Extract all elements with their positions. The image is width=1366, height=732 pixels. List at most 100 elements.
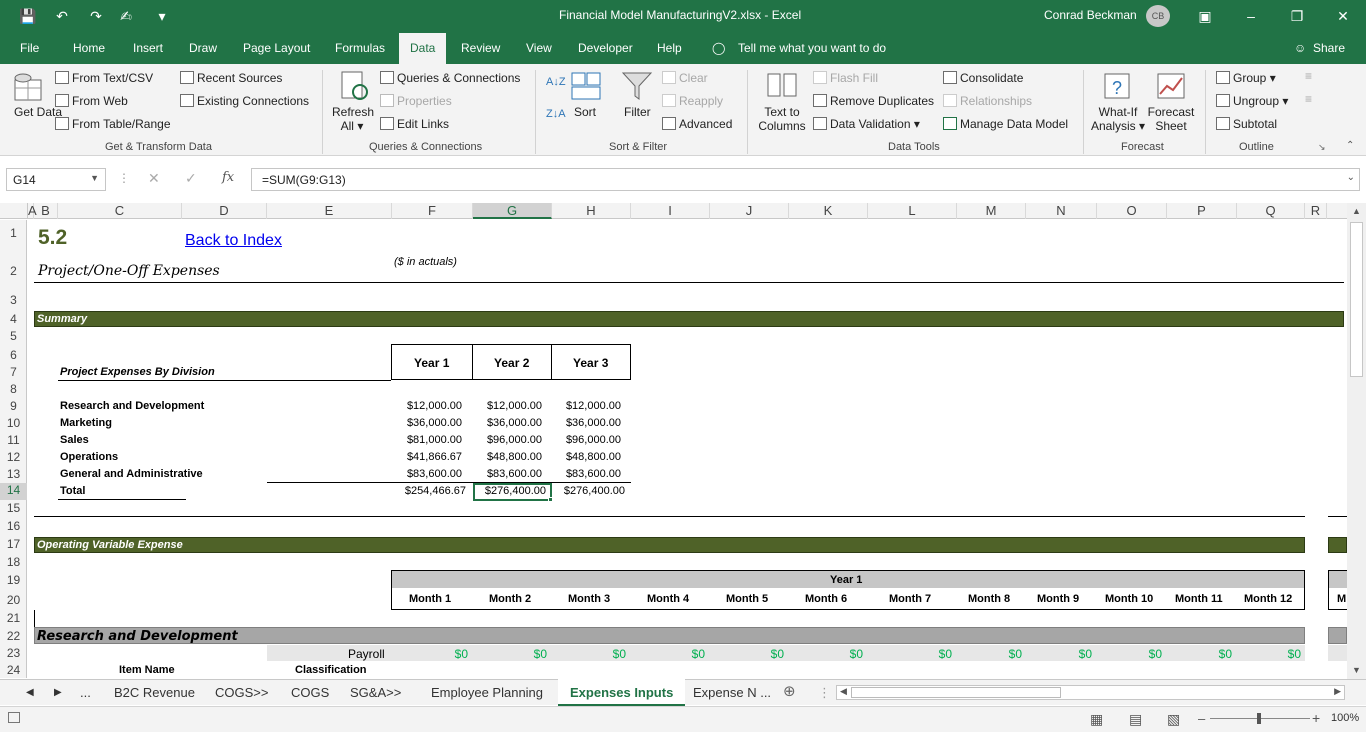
share-button[interactable]: Share xyxy=(1313,41,1345,55)
existing-connections-button[interactable]: Existing Connections xyxy=(180,94,309,108)
sheet-tab-expenses-inputs[interactable]: Expenses Inputs xyxy=(558,679,686,706)
forecast-sheet-button[interactable]: Forecast Sheet xyxy=(1146,105,1196,133)
tab-insert[interactable]: Insert xyxy=(133,41,163,55)
sort-button[interactable]: Sort xyxy=(574,105,596,119)
row-header-selected[interactable]: 14 xyxy=(0,483,27,500)
tab-page-layout[interactable]: Page Layout xyxy=(243,41,310,55)
row-header[interactable]: 15 xyxy=(0,501,27,515)
row-header[interactable]: 2 xyxy=(0,264,27,278)
column-header[interactable]: I xyxy=(631,203,710,219)
column-header[interactable]: O xyxy=(1097,203,1167,219)
horizontal-scroll-thumb[interactable] xyxy=(851,687,1061,698)
row-header[interactable]: 13 xyxy=(0,467,27,481)
tab-draw[interactable]: Draw xyxy=(189,41,217,55)
restore-icon[interactable]: ❐ xyxy=(1287,6,1307,26)
row-header[interactable]: 16 xyxy=(0,519,27,533)
save-icon[interactable]: 💾 xyxy=(18,6,38,26)
sheet-tab-employee-planning[interactable]: Employee Planning xyxy=(431,685,543,700)
sort-ascending-icon[interactable]: A↓Z xyxy=(546,76,566,88)
advanced-filter-button[interactable]: Advanced xyxy=(662,117,732,131)
close-icon[interactable]: ✕ xyxy=(1333,6,1353,26)
from-table-range-button[interactable]: From Table/Range xyxy=(55,117,171,131)
sheet-tab-b2c-revenue[interactable]: B2C Revenue xyxy=(114,685,195,700)
row-header[interactable]: 12 xyxy=(0,450,27,464)
from-text-csv-button[interactable]: From Text/CSV xyxy=(55,71,153,85)
row-header[interactable]: 17 xyxy=(0,537,27,551)
scroll-down-icon[interactable]: ▼ xyxy=(1352,665,1361,675)
select-all-corner[interactable] xyxy=(0,203,28,219)
normal-view-icon[interactable]: ▦ xyxy=(1090,711,1103,728)
refresh-all-button[interactable]: Refresh All ▾ xyxy=(332,105,374,133)
column-header[interactable]: H xyxy=(552,203,631,219)
zoom-in-icon[interactable]: + xyxy=(1312,710,1320,726)
tab-review[interactable]: Review xyxy=(461,41,500,55)
row-header[interactable]: 7 xyxy=(0,365,27,379)
touch-mode-icon[interactable]: ✍ xyxy=(116,6,136,26)
customize-toolbar-icon[interactable]: ▾ xyxy=(152,6,172,26)
minimize-icon[interactable]: – xyxy=(1241,6,1261,26)
row-header[interactable]: 1 xyxy=(0,226,27,240)
manage-data-model-button[interactable]: Manage Data Model xyxy=(943,117,1068,131)
tab-developer[interactable]: Developer xyxy=(578,41,633,55)
ungroup-button[interactable]: Ungroup ▾ xyxy=(1216,94,1288,108)
zoom-level[interactable]: 100% xyxy=(1331,712,1359,724)
column-header[interactable]: L xyxy=(868,203,957,219)
row-header[interactable]: 11 xyxy=(0,433,27,447)
row-header[interactable]: 3 xyxy=(0,293,27,307)
from-web-button[interactable]: From Web xyxy=(55,94,128,108)
scroll-up-icon[interactable]: ▲ xyxy=(1352,206,1361,216)
vertical-scroll-thumb[interactable] xyxy=(1350,222,1363,377)
avatar[interactable]: CB xyxy=(1146,5,1170,27)
column-header[interactable]: D xyxy=(182,203,267,219)
column-header[interactable]: C xyxy=(58,203,182,219)
page-layout-view-icon[interactable]: ▤ xyxy=(1129,711,1142,728)
text-to-columns-button[interactable]: Text to Columns xyxy=(756,105,808,133)
redo-icon[interactable]: ↷ xyxy=(86,6,106,26)
fill-handle[interactable] xyxy=(548,497,553,502)
new-sheet-icon[interactable]: ⊕ xyxy=(783,682,796,700)
user-name[interactable]: Conrad Beckman xyxy=(1044,8,1137,22)
undo-icon[interactable]: ↶ xyxy=(52,6,72,26)
data-validation-button[interactable]: Data Validation ▾ xyxy=(813,117,920,131)
tab-help[interactable]: Help xyxy=(657,41,682,55)
consolidate-button[interactable]: Consolidate xyxy=(943,71,1023,85)
expand-formula-icon[interactable]: ⌄ xyxy=(1347,172,1355,183)
name-box[interactable]: G14 ▼ xyxy=(6,168,106,191)
sheet-tab-sga-nav[interactable]: SG&A>> xyxy=(350,685,401,700)
row-header[interactable]: 18 xyxy=(0,555,27,569)
subtotal-button[interactable]: Subtotal xyxy=(1216,117,1277,131)
tab-view[interactable]: View xyxy=(526,41,552,55)
tab-home[interactable]: Home xyxy=(73,41,105,55)
row-header[interactable]: 5 xyxy=(0,329,27,343)
tab-splitter-icon[interactable]: ⋮ xyxy=(818,685,831,701)
remove-duplicates-button[interactable]: Remove Duplicates xyxy=(813,94,934,108)
column-header[interactable]: B xyxy=(34,203,58,219)
formula-input[interactable]: =SUM(G9:G13) ⌄ xyxy=(251,168,1360,191)
zoom-slider-thumb[interactable] xyxy=(1257,713,1261,724)
column-header[interactable]: R xyxy=(1305,203,1327,219)
row-header[interactable]: 8 xyxy=(0,382,27,396)
get-data-button[interactable]: Get Data xyxy=(14,105,62,119)
name-box-dropdown-icon[interactable]: ▼ xyxy=(90,173,99,183)
row-header[interactable]: 4 xyxy=(0,312,27,326)
column-header[interactable]: M xyxy=(957,203,1026,219)
edit-links-button[interactable]: Edit Links xyxy=(380,117,449,131)
row-header[interactable]: 10 xyxy=(0,416,27,430)
prev-sheet-icon[interactable]: ◀ xyxy=(26,687,34,698)
row-header[interactable]: 6 xyxy=(0,348,27,362)
group-button[interactable]: Group ▾ xyxy=(1216,71,1276,85)
sheet-tab-expense-next[interactable]: Expense N ... xyxy=(693,685,771,700)
column-header[interactable]: N xyxy=(1026,203,1097,219)
sheet-tab-more[interactable]: ... xyxy=(80,685,91,700)
row-header[interactable]: 21 xyxy=(0,611,27,625)
scroll-left-icon[interactable]: ◀ xyxy=(840,686,847,697)
row-header[interactable]: 24 xyxy=(0,663,27,677)
column-header[interactable]: P xyxy=(1167,203,1237,219)
zoom-out-icon[interactable]: – xyxy=(1198,711,1205,726)
horizontal-scrollbar[interactable]: ◀ ▶ xyxy=(836,685,1345,700)
worksheet-grid[interactable]: 5.2 Back to Index Project/One-Off Expens… xyxy=(28,220,1347,678)
collapse-ribbon-icon[interactable]: ⌃ xyxy=(1346,140,1354,151)
tab-data[interactable]: Data xyxy=(399,33,447,65)
column-header[interactable]: Q xyxy=(1237,203,1305,219)
column-header[interactable]: J xyxy=(710,203,789,219)
